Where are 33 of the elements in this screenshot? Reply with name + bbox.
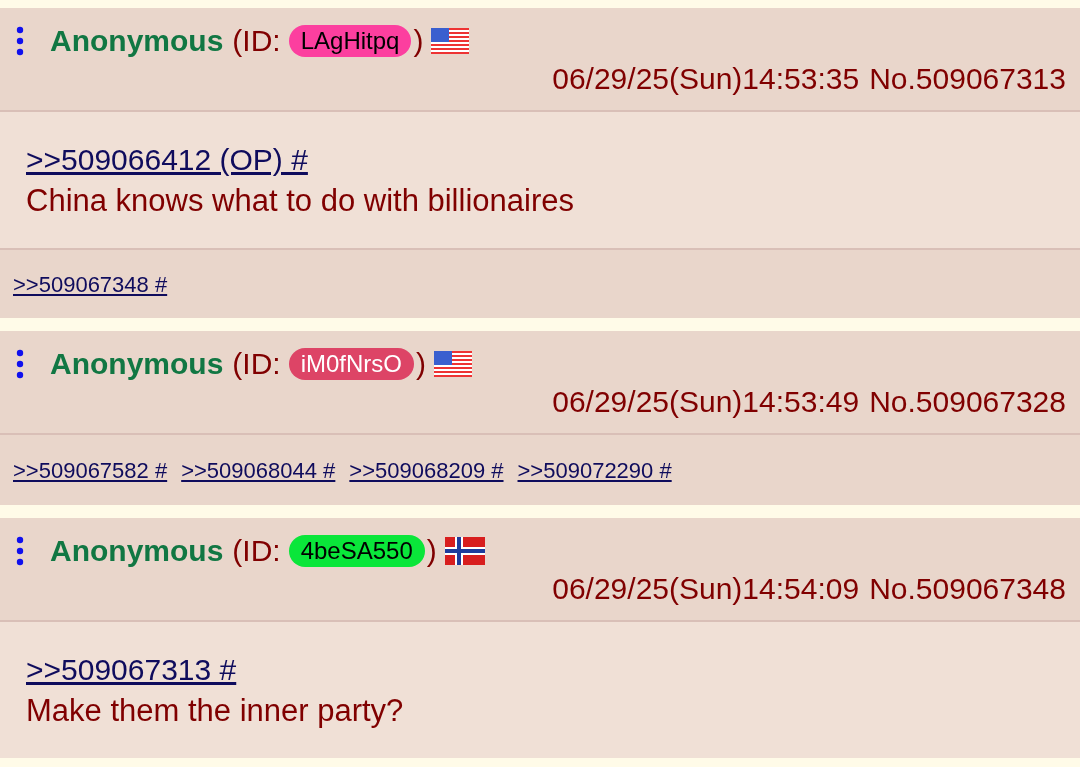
post-datetime: 06/29/25(Sun)14:54:09 bbox=[552, 574, 860, 604]
poster-id[interactable]: 4beSA550 bbox=[288, 535, 425, 567]
id-bracket: ) bbox=[426, 536, 437, 566]
poster-name: Anonymous bbox=[50, 26, 224, 56]
quote-link[interactable]: >>509066412 (OP) # bbox=[26, 140, 308, 180]
quote-link[interactable]: >>509067313 # bbox=[26, 650, 237, 690]
more-options-icon[interactable] bbox=[16, 26, 24, 56]
reply-link[interactable]: >>509072290 # bbox=[517, 453, 672, 487]
us-flag-icon bbox=[434, 351, 472, 377]
id-bracket: ) bbox=[416, 349, 426, 379]
id-bracket: ) bbox=[413, 26, 424, 56]
us-flag-icon bbox=[431, 28, 470, 54]
poster-id[interactable]: LAgHitpq bbox=[288, 25, 412, 57]
post-number[interactable]: No.509067348 bbox=[869, 574, 1066, 604]
more-options-icon[interactable] bbox=[16, 349, 24, 379]
id-label: (ID: bbox=[232, 26, 281, 56]
poster-id[interactable]: iM0fNrsO bbox=[288, 348, 414, 380]
post-datetime: 06/29/25(Sun)14:53:49 bbox=[552, 387, 860, 417]
comment-text: Make them the inner party? bbox=[26, 692, 405, 730]
poster-name: Anonymous bbox=[50, 536, 224, 566]
norway-flag-icon bbox=[444, 537, 485, 565]
post-datetime: 06/29/25(Sun)14:53:35 bbox=[552, 64, 860, 94]
post-number[interactable]: No.509067313 bbox=[869, 64, 1066, 94]
comment-text: China knows what to do with billionaires bbox=[26, 182, 575, 220]
reply-link[interactable]: >>509068044 # bbox=[181, 453, 336, 487]
poster-name: Anonymous bbox=[50, 349, 224, 379]
reply-link[interactable]: >>509067348 # bbox=[13, 267, 168, 301]
id-label: (ID: bbox=[232, 536, 281, 566]
reply-link[interactable]: >>509068209 # bbox=[349, 453, 504, 487]
id-label: (ID: bbox=[232, 349, 281, 379]
post-number[interactable]: No.509067328 bbox=[869, 387, 1066, 417]
reply-link[interactable]: >>509067582 # bbox=[13, 453, 168, 487]
more-options-icon[interactable] bbox=[16, 536, 24, 566]
